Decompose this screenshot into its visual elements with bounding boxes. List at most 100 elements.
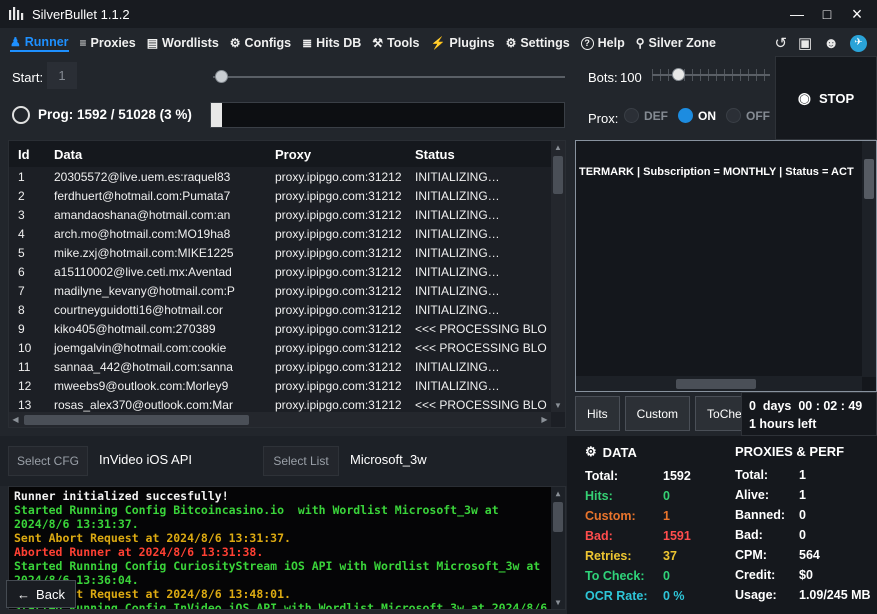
nav-item-label: Runner: [25, 35, 69, 49]
cell-proxy: proxy.ipipgo.com:31212: [266, 341, 406, 355]
table-vertical-scrollbar[interactable]: ▲ ▼: [551, 141, 565, 412]
cell-status: <<< PROCESSING BLO: [406, 341, 551, 355]
cell-data: ferdhuert@hotmail.com:Pumata7: [45, 189, 266, 203]
nav-item-runner[interactable]: ♟Runner: [10, 35, 69, 52]
tab-hits[interactable]: Hits: [575, 396, 620, 431]
stat-value: 0: [663, 486, 729, 506]
cell-status: INITIALIZING…: [406, 170, 551, 184]
slider-thumb[interactable]: [672, 68, 685, 81]
viewer-vertical-scrollbar[interactable]: [862, 141, 876, 377]
cell-data: 20305572@live.uem.es:raquel83: [45, 170, 266, 184]
stat-row-retries: Retries:37: [585, 546, 729, 566]
select-wordlist-button[interactable]: Select List: [263, 446, 339, 476]
table-row[interactable]: 10joemgalvin@hotmail.com:cookieproxy.ipi…: [9, 338, 551, 357]
telegram-icon[interactable]: ✈: [850, 35, 867, 52]
select-config-button[interactable]: Select CFG: [8, 446, 88, 476]
stat-value: 0: [663, 566, 729, 586]
scroll-left-icon[interactable]: ◀: [9, 412, 22, 427]
table-horizontal-scrollbar[interactable]: ◀ ▶: [9, 412, 551, 427]
cell-proxy: proxy.ipipgo.com:31212: [266, 379, 406, 393]
configs-icon: ⚙: [230, 37, 241, 49]
nav-item-tools[interactable]: ⚒Tools: [372, 36, 419, 50]
prox-option-on[interactable]: ON: [678, 108, 716, 123]
cell-data: rosas_alex370@outlook.com:Mar: [45, 398, 266, 412]
log-vertical-scrollbar[interactable]: ▲ ▼: [551, 487, 565, 609]
table-row[interactable]: 120305572@live.uem.es:raquel83proxy.ipip…: [9, 167, 551, 186]
hits-viewer[interactable]: TERMARK | Subscription = MONTHLY | Statu…: [575, 140, 877, 392]
timer-box: 0 days 00 : 02 : 49 1 hours left: [741, 392, 877, 436]
cell-status: INITIALIZING…: [406, 303, 551, 317]
nav-item-wordlists[interactable]: ▤Wordlists: [147, 36, 219, 50]
progress-text: Prog: 1592 / 51028 (3 %): [38, 107, 192, 122]
cell-id: 3: [9, 208, 45, 222]
scrollbar-thumb[interactable]: [676, 379, 756, 389]
table-row[interactable]: 13rosas_alex370@outlook.com:Marproxy.ipi…: [9, 395, 551, 412]
stat-label: Bad:: [585, 526, 663, 546]
maximize-button[interactable]: □: [813, 2, 841, 26]
prox-option-def[interactable]: DEF: [624, 108, 668, 123]
table-row[interactable]: 3amandaoshana@hotmail.com:anproxy.ipipgo…: [9, 205, 551, 224]
nav-item-settings[interactable]: ⚙Settings: [506, 36, 570, 50]
table-row[interactable]: 11sannaa_442@hotmail.com:sannaproxy.ipip…: [9, 357, 551, 376]
data-stats-section: ⚙ DATA Total:1592Hits:0Custom:1Bad:1591R…: [585, 444, 729, 606]
nav-item-proxies[interactable]: ≡Proxies: [80, 36, 136, 50]
settings-icon: ⚙: [506, 37, 517, 49]
proxies-stats-title: PROXIES & PERF: [735, 444, 875, 459]
stop-button[interactable]: ◉ STOP: [792, 88, 860, 108]
clock-history-icon[interactable]: ↺: [774, 36, 787, 51]
cell-proxy: proxy.ipipgo.com:31212: [266, 189, 406, 203]
stat-label: Bad:: [735, 525, 799, 545]
camera-icon[interactable]: ▣: [798, 36, 812, 51]
cell-id: 2: [9, 189, 45, 203]
table-row[interactable]: 7madilyne_kevany@hotmail.com:Pproxy.ipip…: [9, 281, 551, 300]
stat-value: 0: [799, 525, 875, 545]
cell-status: INITIALIZING…: [406, 284, 551, 298]
cell-id: 9: [9, 322, 45, 336]
proxies-stats-rows: Total:1Alive:1Banned:0Bad:0CPM:564Credit…: [735, 465, 875, 605]
scrollbar-thumb[interactable]: [553, 502, 563, 532]
table-row[interactable]: 12mweebs9@outlook.com:Morley9proxy.ipipg…: [9, 376, 551, 395]
prox-option-label: OFF: [746, 109, 770, 123]
nav-item-help[interactable]: ?Help: [581, 36, 625, 50]
viewer-horizontal-scrollbar[interactable]: [576, 376, 862, 391]
section-title: DATA: [603, 445, 637, 460]
table-row[interactable]: 4arch.mo@hotmail.com:MO19ha8proxy.ipipgo…: [9, 224, 551, 243]
table-row[interactable]: 6a15110002@live.ceti.mx:Aventadproxy.ipi…: [9, 262, 551, 281]
prox-option-off[interactable]: OFF: [726, 108, 770, 123]
scroll-down-icon[interactable]: ▼: [551, 399, 565, 412]
minimize-button[interactable]: —: [783, 2, 811, 26]
table-row[interactable]: 9kiko405@hotmail.com:270389proxy.ipipgo.…: [9, 319, 551, 338]
start-slider[interactable]: [213, 70, 565, 84]
scroll-up-icon[interactable]: ▲: [551, 141, 565, 154]
discord-icon[interactable]: ☻: [823, 36, 839, 51]
table-row[interactable]: 8courtneyguidotti16@hotmail.corproxy.ipi…: [9, 300, 551, 319]
stat-value: 1.09/245 MB: [799, 585, 875, 605]
stop-label: STOP: [819, 91, 854, 106]
table-row[interactable]: 2ferdhuert@hotmail.com:Pumata7proxy.ipip…: [9, 186, 551, 205]
slider-thumb[interactable]: [215, 70, 228, 83]
scrollbar-thumb[interactable]: [553, 156, 563, 194]
close-button[interactable]: ×: [843, 2, 871, 26]
cell-proxy: proxy.ipipgo.com:31212: [266, 360, 406, 374]
progress-bar: [210, 102, 565, 128]
tab-custom[interactable]: Custom: [625, 396, 690, 431]
bots-slider[interactable]: [652, 68, 770, 82]
nav-item-configs[interactable]: ⚙Configs: [230, 36, 291, 50]
window-title: SilverBullet 1.1.2: [32, 7, 130, 22]
scroll-down-icon[interactable]: ▼: [551, 596, 565, 609]
scroll-right-icon[interactable]: ▶: [538, 412, 551, 427]
cell-proxy: proxy.ipipgo.com:31212: [266, 303, 406, 317]
scrollbar-thumb[interactable]: [864, 159, 874, 199]
scroll-up-icon[interactable]: ▲: [551, 487, 565, 500]
log-line: Started Running Config Bitcoincasino.io …: [14, 503, 548, 531]
table-row[interactable]: 5mike.zxj@hotmail.com:MIKE1225proxy.ipip…: [9, 243, 551, 262]
cell-data: arch.mo@hotmail.com:MO19ha8: [45, 227, 266, 241]
nav-item-plugins[interactable]: ⚡Plugins: [430, 36, 494, 50]
nav-item-hits-db[interactable]: ≣Hits DB: [302, 36, 361, 50]
start-input[interactable]: 1: [47, 62, 77, 89]
column-header-status: Status: [406, 147, 551, 162]
nav-item-silver-zone[interactable]: ⚲Silver Zone: [636, 36, 716, 50]
back-button[interactable]: ← Back: [6, 580, 76, 608]
scrollbar-thumb[interactable]: [24, 415, 249, 425]
nav-tool-icons: ↺ ▣ ☻ ✈: [774, 35, 867, 52]
